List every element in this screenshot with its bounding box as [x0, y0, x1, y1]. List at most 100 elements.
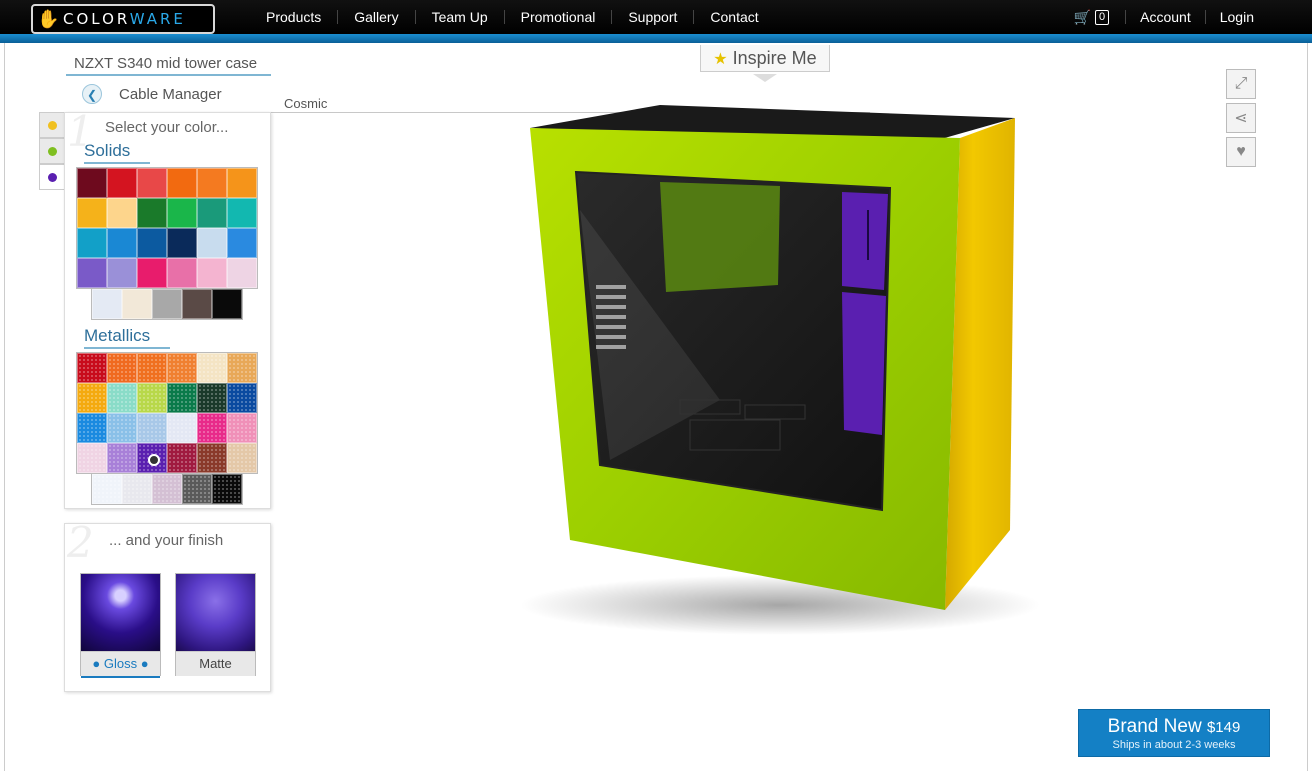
- metallic-color-swatch[interactable]: [152, 474, 182, 504]
- metallic-color-swatch[interactable]: [197, 443, 227, 473]
- metallic-color-swatch[interactable]: [167, 413, 197, 443]
- metallic-color-swatch[interactable]: [197, 383, 227, 413]
- nav-contact[interactable]: Contact: [693, 10, 774, 24]
- metallic-color-swatch[interactable]: [227, 413, 257, 443]
- hand-logo-icon: ✋: [37, 9, 60, 29]
- solid-color-swatch[interactable]: [227, 168, 257, 198]
- share-button[interactable]: ⋖: [1226, 103, 1256, 133]
- nav-promotional[interactable]: Promotional: [503, 10, 612, 24]
- matte-label: Matte: [176, 651, 255, 676]
- metallic-color-swatch[interactable]: [227, 443, 257, 473]
- favorite-button[interactable]: ♥: [1226, 137, 1256, 167]
- solid-color-swatch[interactable]: [77, 258, 107, 288]
- solid-color-swatch[interactable]: [167, 258, 197, 288]
- metallic-color-swatch[interactable]: [77, 443, 107, 473]
- solid-color-swatch[interactable]: [197, 198, 227, 228]
- solid-color-swatch[interactable]: [227, 198, 257, 228]
- nav-support[interactable]: Support: [611, 10, 693, 24]
- frame-border-right: [1307, 43, 1308, 771]
- solid-color-swatch[interactable]: [137, 198, 167, 228]
- product-title: NZXT S340 mid tower case: [66, 55, 271, 76]
- gloss-label: ● Gloss ●: [81, 651, 160, 678]
- metallic-color-swatch[interactable]: [227, 353, 257, 383]
- solid-color-swatch[interactable]: [182, 289, 212, 319]
- finish-gloss-option[interactable]: ● Gloss ●: [80, 573, 161, 678]
- buy-brand-new-button[interactable]: Brand New $149 Ships in about 2-3 weeks: [1078, 709, 1270, 757]
- fullscreen-button[interactable]: ⤢: [1226, 69, 1256, 99]
- solid-color-swatch[interactable]: [107, 228, 137, 258]
- solid-color-swatch[interactable]: [137, 258, 167, 288]
- yellow-dot-icon: [47, 120, 57, 130]
- logo-text-color: COLOR: [63, 10, 130, 28]
- metallic-color-swatch[interactable]: [167, 353, 197, 383]
- logo-text-ware: WARE: [129, 10, 186, 28]
- inspire-me-button[interactable]: ★ Inspire Me: [700, 45, 830, 72]
- metallic-color-swatch[interactable]: [182, 474, 212, 504]
- solid-color-swatch[interactable]: [137, 228, 167, 258]
- cta-price: $149: [1206, 719, 1241, 736]
- finish-selection-panel: 2 ... and your finish ● Gloss ● Matte: [64, 518, 271, 692]
- solid-color-swatch[interactable]: [77, 168, 107, 198]
- metallic-color-swatch[interactable]: [107, 413, 137, 443]
- nav-accent-stripe: [0, 34, 1312, 43]
- solid-color-swatch[interactable]: [152, 289, 182, 319]
- account-link[interactable]: Account: [1125, 10, 1205, 24]
- metallic-color-swatch[interactable]: [137, 353, 167, 383]
- metallic-color-swatch[interactable]: [167, 443, 197, 473]
- metallic-color-swatch[interactable]: [122, 474, 152, 504]
- metallic-color-swatch[interactable]: [107, 443, 137, 473]
- solid-color-swatch[interactable]: [227, 258, 257, 288]
- color-tab-purple[interactable]: [39, 164, 65, 190]
- color-panel-heading: Select your color...: [105, 119, 229, 136]
- expand-icon: ⤢: [1234, 75, 1248, 92]
- solid-color-swatch[interactable]: [77, 228, 107, 258]
- metallic-color-swatch[interactable]: [137, 443, 167, 473]
- heart-icon: ♥: [1236, 143, 1246, 160]
- cta-label: Brand New: [1107, 716, 1202, 737]
- solid-color-swatch[interactable]: [107, 168, 137, 198]
- solid-color-swatch[interactable]: [197, 228, 227, 258]
- solid-color-swatch[interactable]: [167, 228, 197, 258]
- finish-panel-heading: ... and your finish: [109, 532, 224, 549]
- solid-color-swatch[interactable]: [107, 258, 137, 288]
- nav-team-up[interactable]: Team Up: [414, 10, 504, 24]
- color-tab-yellow[interactable]: [39, 112, 65, 138]
- color-group-tabs: [39, 112, 65, 190]
- metallic-color-swatch[interactable]: [77, 383, 107, 413]
- metallic-color-swatch[interactable]: [212, 474, 242, 504]
- metallic-color-swatch[interactable]: [227, 383, 257, 413]
- nav-gallery[interactable]: Gallery: [337, 10, 414, 24]
- solid-color-swatch[interactable]: [122, 289, 152, 319]
- finish-matte-option[interactable]: Matte: [175, 573, 256, 676]
- solid-color-swatch[interactable]: [197, 168, 227, 198]
- solid-color-swatch[interactable]: [167, 168, 197, 198]
- color-tab-green[interactable]: [39, 138, 65, 164]
- back-button[interactable]: ❮: [82, 84, 102, 104]
- metallic-color-swatch[interactable]: [77, 353, 107, 383]
- solid-color-swatch[interactable]: [107, 198, 137, 228]
- login-link[interactable]: Login: [1204, 10, 1268, 24]
- metallic-color-swatch[interactable]: [92, 474, 122, 504]
- metallic-color-swatch[interactable]: [137, 383, 167, 413]
- solids-title: Solids: [84, 141, 151, 164]
- metallic-color-swatch[interactable]: [137, 413, 167, 443]
- step-number-2: 2: [67, 518, 94, 567]
- solid-color-swatch[interactable]: [227, 228, 257, 258]
- nav-products[interactable]: Products: [250, 10, 337, 24]
- solid-color-swatch[interactable]: [167, 198, 197, 228]
- metallic-color-swatch[interactable]: [167, 383, 197, 413]
- cart-count-badge: 0: [1095, 9, 1110, 25]
- solid-color-swatch[interactable]: [137, 168, 167, 198]
- cart-button[interactable]: 🛒 0: [1074, 9, 1126, 26]
- metallic-color-swatch[interactable]: [197, 413, 227, 443]
- solid-color-swatch[interactable]: [92, 289, 122, 319]
- metallic-color-swatch[interactable]: [77, 413, 107, 443]
- solid-color-swatch[interactable]: [77, 198, 107, 228]
- metallic-color-swatch[interactable]: [107, 353, 137, 383]
- metallic-color-swatch[interactable]: [197, 353, 227, 383]
- green-dot-icon: [47, 146, 57, 156]
- solid-color-swatch[interactable]: [197, 258, 227, 288]
- metallic-color-swatch[interactable]: [107, 383, 137, 413]
- solid-color-swatch[interactable]: [212, 289, 242, 319]
- colorware-logo[interactable]: ✋ COLORWARE: [31, 4, 215, 34]
